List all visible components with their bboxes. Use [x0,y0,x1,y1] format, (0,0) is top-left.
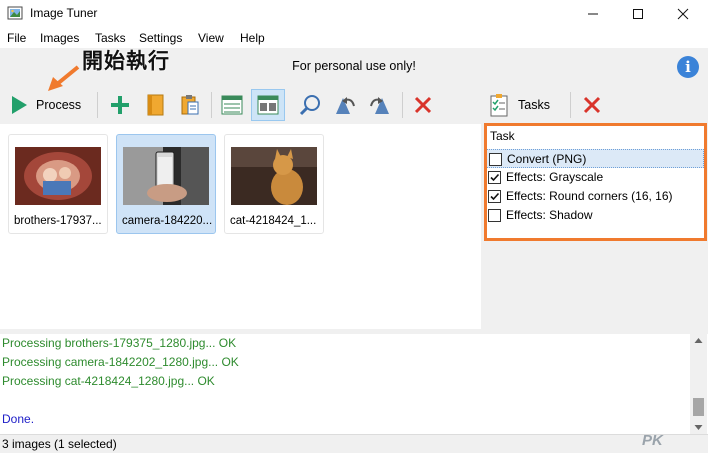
log-line: Processing cat-4218424_1280.jpg... OK [2,374,215,388]
maximize-icon [633,9,643,19]
arrow-annotation-icon [48,65,80,91]
start-annotation: 開始執行 [82,49,170,73]
status-bar: 3 images (1 selected) [0,434,708,453]
log-scrollbar[interactable] [690,334,707,434]
photo-thumbnail-icon [231,147,317,205]
status-text: 3 images (1 selected) [2,437,117,451]
title-bar: Image Tuner [0,0,708,28]
remove-task-button[interactable] [578,89,606,121]
image-thumbnail[interactable]: camera-184220... [116,134,216,234]
menu-view[interactable]: View [198,31,224,45]
image-filename: brothers-17937... [14,215,102,227]
process-button[interactable]: Process [6,89,86,121]
thumbnail-view-icon [257,95,279,115]
task-list-icon [490,94,508,117]
scroll-down-icon [694,425,703,430]
photo-thumbnail-icon [15,147,101,205]
clipboard-icon [181,95,199,115]
add-image-button[interactable] [106,89,134,121]
thumbnail-view-button[interactable] [251,89,285,121]
images-pane[interactable]: brothers-17937... camera-184220... cat-4… [0,124,481,329]
minimize-button[interactable] [570,0,616,28]
rotate-left-button[interactable] [331,89,359,121]
highlight-annotation-box [484,123,707,241]
process-label: Process [36,98,82,112]
paste-button[interactable] [176,89,204,121]
folder-book-icon [147,94,164,116]
details-view-button[interactable] [218,89,246,121]
add-folder-button[interactable] [141,89,169,121]
close-button[interactable] [660,0,706,28]
image-filename: camera-184220... [122,215,213,227]
image-filename: cat-4218424_1... [230,215,317,227]
toolbar-separator [97,92,98,118]
toolbar-separator [402,92,403,118]
rotate-left-icon [336,97,355,114]
minimize-icon [588,13,598,15]
delete-x-icon [414,96,432,114]
remove-image-button[interactable] [409,89,437,121]
log-panel: Processing brothers-179375_1280.jpg... O… [0,334,690,434]
info-icon[interactable]: i [677,56,699,78]
zoom-button[interactable] [296,89,324,121]
rotate-right-icon [370,97,389,114]
tasks-button[interactable]: Tasks [488,89,560,121]
watermark: PK [642,432,663,449]
log-line: Done. [2,412,35,426]
image-thumbnail[interactable]: brothers-17937... [8,134,108,234]
toolbar: Process Tasks [0,86,708,124]
rotate-right-button[interactable] [366,89,394,121]
app-icon [7,6,23,20]
menu-help[interactable]: Help [240,31,265,45]
magnifier-icon [299,95,320,116]
tasks-label: Tasks [518,98,550,112]
maximize-button[interactable] [615,0,661,28]
close-icon [677,8,689,20]
menu-settings[interactable]: Settings [139,31,182,45]
play-icon [12,96,27,114]
image-thumbnail[interactable]: cat-4218424_1... [224,134,324,234]
menu-tasks[interactable]: Tasks [95,31,126,45]
photo-thumbnail-icon [123,147,209,205]
log-line: Processing camera-1842202_1280.jpg... OK [2,355,239,369]
plus-icon [111,96,129,114]
scroll-thumb[interactable] [693,398,704,416]
menu-images[interactable]: Images [40,31,79,45]
toolbar-separator [211,92,212,118]
menu-file[interactable]: File [7,31,26,45]
log-line: Processing brothers-179375_1280.jpg... O… [2,336,237,350]
list-view-icon [221,95,243,115]
delete-x-icon [583,96,601,114]
toolbar-separator [570,92,571,118]
window-title: Image Tuner [30,6,98,20]
scroll-up-icon [694,338,703,343]
